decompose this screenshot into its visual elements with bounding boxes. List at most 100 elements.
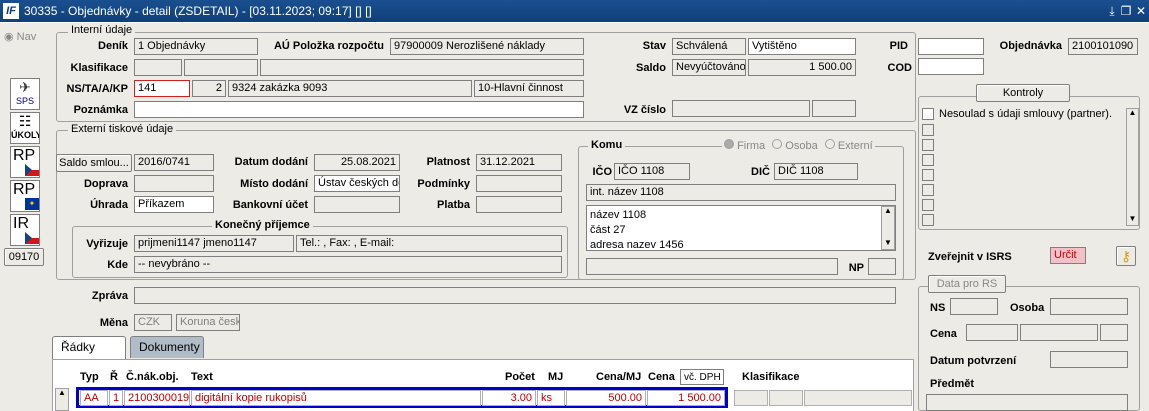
code-button[interactable]: 09170: [4, 248, 44, 266]
kontroly-check-2[interactable]: [922, 124, 934, 136]
kontroly-check-8[interactable]: [922, 214, 934, 226]
np-field[interactable]: [868, 258, 896, 275]
kde-label: Kde: [107, 259, 128, 271]
vyrizuje-field[interactable]: prijmeni1147 jmeno1147: [134, 235, 294, 252]
ico-field[interactable]: IČO 1108: [614, 163, 690, 180]
key-icon[interactable]: ⚷: [1116, 246, 1136, 266]
row-pocet[interactable]: 3.00: [482, 390, 536, 406]
pid-label: PID: [889, 40, 908, 52]
isrs-field[interactable]: Určit: [1050, 247, 1086, 264]
saldo-smlouvy-button[interactable]: Saldo smlou...: [56, 154, 132, 172]
platba-field[interactable]: [476, 196, 562, 213]
vyrizuje-label: Vyřizuje: [86, 238, 128, 250]
mena-name-field[interactable]: Koruna česk: [176, 314, 240, 331]
radio-osoba[interactable]: [772, 139, 783, 149]
rs-predmet-field[interactable]: [926, 394, 1128, 411]
ico-label: IČO: [592, 166, 612, 178]
row-text[interactable]: digitální kopie rukopisů: [191, 390, 481, 406]
row-klas-3[interactable]: [804, 390, 912, 406]
vz-field[interactable]: [672, 100, 810, 117]
address-box[interactable]: název 1108 část 27 adresa nazev 1456: [586, 205, 896, 251]
close-icon[interactable]: ✕: [1133, 3, 1149, 19]
ns-field[interactable]: 141: [134, 80, 190, 97]
contact-field[interactable]: Tel.: , Fax: , E-mail:: [296, 235, 562, 252]
row-cnak[interactable]: 2100300019: [124, 390, 190, 406]
platnost-field[interactable]: 31.12.2021: [476, 154, 562, 171]
tab-dokumenty[interactable]: Dokumenty: [130, 336, 204, 358]
komu-extra-field[interactable]: [586, 258, 838, 275]
kontroly-check-1[interactable]: [922, 108, 934, 120]
row-typ[interactable]: AA: [80, 390, 108, 406]
rs-ns-field[interactable]: [950, 298, 998, 315]
dph-select[interactable]: vč. DPH: [680, 369, 724, 385]
checklist-icon: ☷: [18, 113, 32, 129]
data-rs-button[interactable]: Data pro RS: [928, 275, 1006, 293]
uhrada-field[interactable]: Příkazem: [134, 196, 214, 213]
klasifikace-field-3[interactable]: [260, 59, 584, 76]
kontroly-check-5[interactable]: [922, 169, 934, 181]
saldo-smlouvy-field[interactable]: 2016/0741: [134, 154, 214, 171]
row-cena[interactable]: 1 500.00: [647, 390, 725, 406]
rs-cena-field-3[interactable]: [1100, 324, 1128, 341]
mena-code-field[interactable]: CZK: [134, 314, 172, 331]
ir-button[interactable]: IR: [10, 214, 40, 246]
kde-field[interactable]: -- nevybráno --: [134, 256, 562, 273]
row-klas-1[interactable]: [734, 390, 768, 406]
stav-field[interactable]: Schválená: [672, 38, 746, 55]
nav-toggle[interactable]: ◉ Nav: [4, 30, 36, 43]
zprava-field[interactable]: [134, 287, 896, 304]
tab-radky[interactable]: Řádky: [52, 336, 126, 360]
datum-dodani-field[interactable]: 25.08.2021: [314, 154, 400, 171]
kontroly-button[interactable]: Kontroly: [976, 84, 1070, 102]
rs-osoba-field[interactable]: [1050, 298, 1128, 315]
kontroly-scrollbar[interactable]: [1126, 108, 1139, 226]
kontroly-check-3[interactable]: [922, 139, 934, 151]
col-text: Text: [191, 371, 213, 383]
klasifikace-field-2[interactable]: [184, 59, 258, 76]
row-klas-2[interactable]: [769, 390, 803, 406]
row-mj[interactable]: ks: [537, 390, 565, 406]
restore-icon[interactable]: ❐: [1118, 3, 1134, 19]
scroll-up-icon[interactable]: ▲: [55, 388, 69, 397]
int-name-field[interactable]: int. název 1108: [586, 184, 896, 201]
bankovni-ucet-field[interactable]: [314, 196, 400, 213]
kontroly-check-4[interactable]: [922, 154, 934, 166]
rs-cena-field-2[interactable]: [1020, 324, 1098, 341]
kontroly-check-7[interactable]: [922, 199, 934, 211]
misto-dodani-field[interactable]: Ústav českých dě: [314, 175, 400, 192]
radio-externi[interactable]: [824, 139, 835, 149]
row-r[interactable]: 1: [109, 390, 123, 406]
cod-field[interactable]: [918, 58, 984, 75]
col-typ: Typ: [80, 371, 99, 383]
au-field[interactable]: 97900009 Nerozlišené náklady: [390, 38, 584, 55]
sps-button[interactable]: ✈ SPS: [10, 78, 40, 110]
scroll-up-icon[interactable]: ▲: [881, 206, 895, 215]
rs-cena-field-1[interactable]: [966, 324, 1018, 341]
scroll-up-icon[interactable]: ▲: [1127, 108, 1138, 117]
saldo-status-field[interactable]: Nevyúčtováno: [672, 59, 746, 76]
a-field[interactable]: 9324 zakázka 9093: [228, 80, 472, 97]
klasifikace-field-1[interactable]: [134, 59, 182, 76]
kontroly-check-6[interactable]: [922, 184, 934, 196]
stav-print-field[interactable]: Vytištěno: [748, 38, 856, 55]
denik-field[interactable]: 1 Objednávky: [134, 38, 258, 55]
saldo-amount-field[interactable]: 1 500.00: [748, 59, 856, 76]
pid-field[interactable]: [918, 38, 984, 55]
row-cena-mj[interactable]: 500.00: [566, 390, 646, 406]
radio-firma[interactable]: [724, 139, 734, 149]
poznamka-field[interactable]: [134, 101, 584, 118]
address-line: název 1108: [590, 209, 647, 221]
ukoly-button[interactable]: ☷ ÚKOLY: [10, 112, 40, 144]
dic-field[interactable]: DIČ 1108: [774, 163, 858, 180]
kp-field[interactable]: 10-Hlavní činnost: [474, 80, 584, 97]
scroll-down-icon[interactable]: ▼: [881, 238, 895, 247]
podminky-field[interactable]: [476, 175, 562, 192]
rp-eu-button[interactable]: RP ✦: [10, 180, 40, 212]
doprava-field[interactable]: [134, 175, 214, 192]
rs-datum-field[interactable]: [1050, 351, 1128, 368]
rp-cz-button[interactable]: RP: [10, 146, 40, 178]
vz-field-2[interactable]: [812, 100, 856, 117]
ta-field[interactable]: 2: [192, 80, 226, 97]
scroll-down-icon[interactable]: ▼: [1127, 214, 1138, 223]
objednavka-field[interactable]: 2100101090: [1068, 38, 1138, 55]
